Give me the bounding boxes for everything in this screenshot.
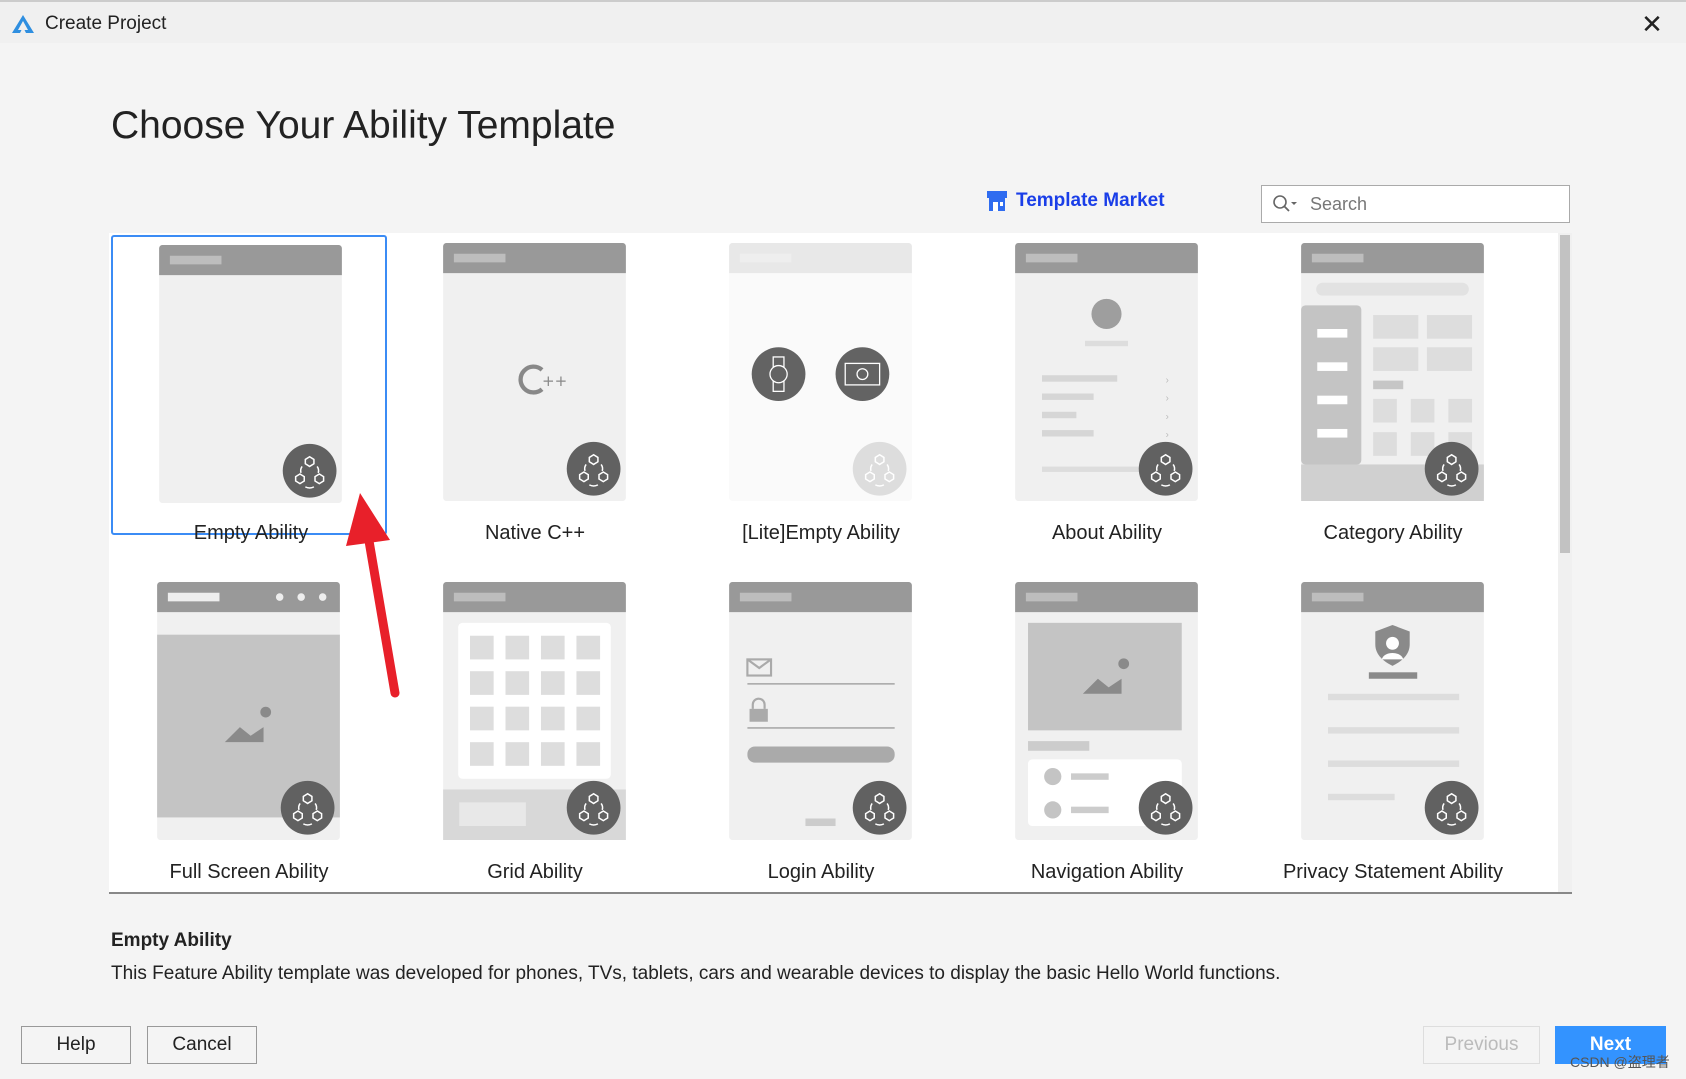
cancel-button[interactable]: Cancel: [147, 1026, 257, 1064]
search-icon: [1273, 195, 1297, 212]
svg-text:++: ++: [542, 372, 567, 390]
template-card-empty[interactable]: Empty Ability: [111, 235, 387, 544]
description-text: This Feature Ability template was develo…: [111, 963, 1281, 984]
template-label: Native C++: [484, 522, 586, 544]
svg-text:›: ›: [1166, 411, 1169, 422]
template-label: Full Screen Ability: [169, 861, 329, 883]
template-preview-cpp-icon: ++: [443, 243, 626, 501]
template-label: [Lite]Empty Ability: [742, 522, 900, 544]
template-card-privacy[interactable]: Privacy Statement Ability: [1255, 574, 1531, 883]
search-box[interactable]: [1261, 185, 1570, 223]
watermark: CSDN @盗理者: [1570, 1054, 1670, 1070]
template-label: Category Ability: [1323, 522, 1463, 544]
template-label: About Ability: [1051, 522, 1163, 544]
previous-button[interactable]: Previous: [1423, 1026, 1540, 1064]
window-title: Create Project: [45, 13, 167, 34]
svg-text:›: ›: [1166, 393, 1169, 404]
template-card-grid[interactable]: Grid Ability: [397, 574, 673, 883]
template-preview-privacy-icon: [1301, 582, 1484, 840]
scrollbar-thumb[interactable]: [1560, 235, 1570, 553]
app-logo-icon: [12, 15, 34, 33]
template-preview-about-icon: › › › ›: [1015, 243, 1198, 501]
template-card-cpp[interactable]: ++ Native C++: [397, 235, 673, 544]
template-preview-login-icon: [729, 582, 912, 840]
scrollbar[interactable]: [1558, 233, 1572, 892]
template-card-fullscreen[interactable]: Full Screen Ability: [111, 574, 387, 883]
template-preview-empty-icon: [159, 245, 342, 503]
template-card-navigation[interactable]: Navigation Ability: [969, 574, 1245, 883]
template-card-category[interactable]: Category Ability: [1255, 235, 1531, 544]
close-icon[interactable]: ✕: [1638, 10, 1666, 38]
store-icon: [987, 191, 1007, 211]
template-label: Login Ability: [767, 861, 875, 883]
template-preview-lite-icon: [729, 243, 912, 501]
search-input[interactable]: [1310, 193, 1550, 215]
template-market-label: Template Market: [1016, 190, 1165, 211]
template-grid: Empty Ability ++ Native C++ [Lite]Empty Abi…: [109, 233, 1572, 894]
template-label: Grid Ability: [487, 861, 583, 883]
template-preview-fullscreen-icon: [157, 582, 340, 840]
template-card-about[interactable]: › › › › About Ability: [969, 235, 1245, 544]
svg-text:›: ›: [1166, 375, 1169, 386]
description-title: Empty Ability: [111, 930, 232, 951]
template-preview-grid-icon: [443, 582, 626, 840]
template-label: Empty Ability: [193, 522, 309, 544]
template-card-lite[interactable]: [Lite]Empty Ability: [683, 235, 959, 544]
template-preview-category-icon: [1301, 243, 1484, 501]
template-label: Navigation Ability: [1030, 861, 1184, 883]
template-market-link[interactable]: Template Market: [986, 190, 1165, 212]
template-card-login[interactable]: Login Ability: [683, 574, 959, 883]
template-preview-navigation-icon: [1015, 582, 1198, 840]
title-bar: Create Project ✕: [0, 0, 1686, 43]
page-title: Choose Your Ability Template: [111, 104, 616, 147]
svg-text:›: ›: [1166, 430, 1169, 441]
template-label: Privacy Statement Ability: [1282, 861, 1504, 883]
help-button[interactable]: Help: [21, 1026, 131, 1064]
